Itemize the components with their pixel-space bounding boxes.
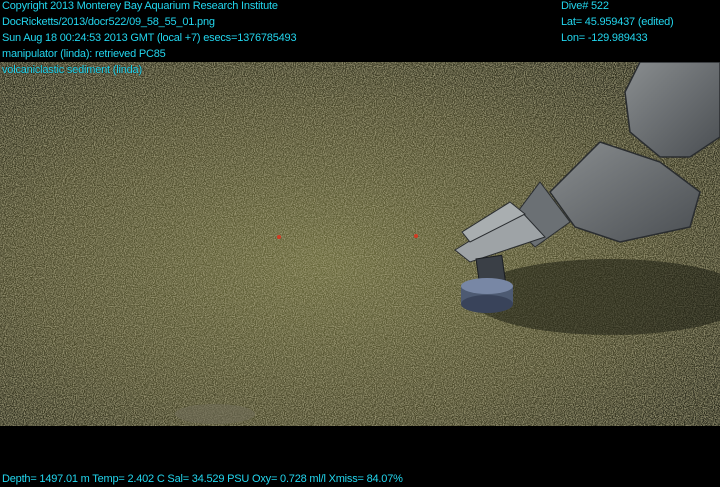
- datetime-text: Sun Aug 18 00:24:53 2013 GMT (local +7) …: [2, 32, 297, 44]
- laser-dot: [414, 234, 418, 238]
- dive-number: Dive# 522: [561, 0, 609, 12]
- annotation-sediment: volcaniclastic sediment (linda): [2, 64, 142, 76]
- seafloor-scene: [0, 62, 720, 426]
- file-path-text: DocRicketts/2013/docr522/09_58_55_01.png: [2, 16, 215, 28]
- video-frame: Copyright 2013 Monterey Bay Aquarium Res…: [0, 0, 720, 486]
- sensor-readout: Depth= 1497.01 m Temp= 2.402 C Sal= 34.5…: [2, 473, 403, 485]
- annotation-manipulator: manipulator (linda): retrieved PC85: [2, 48, 166, 60]
- longitude-text: Lon= -129.989433: [561, 32, 648, 44]
- rock-patch: [175, 404, 255, 424]
- latitude-text: Lat= 45.959437 (edited): [561, 16, 674, 28]
- laser-dot: [277, 235, 281, 239]
- copyright-text: Copyright 2013 Monterey Bay Aquarium Res…: [2, 0, 278, 12]
- sediment-floor: [0, 62, 720, 426]
